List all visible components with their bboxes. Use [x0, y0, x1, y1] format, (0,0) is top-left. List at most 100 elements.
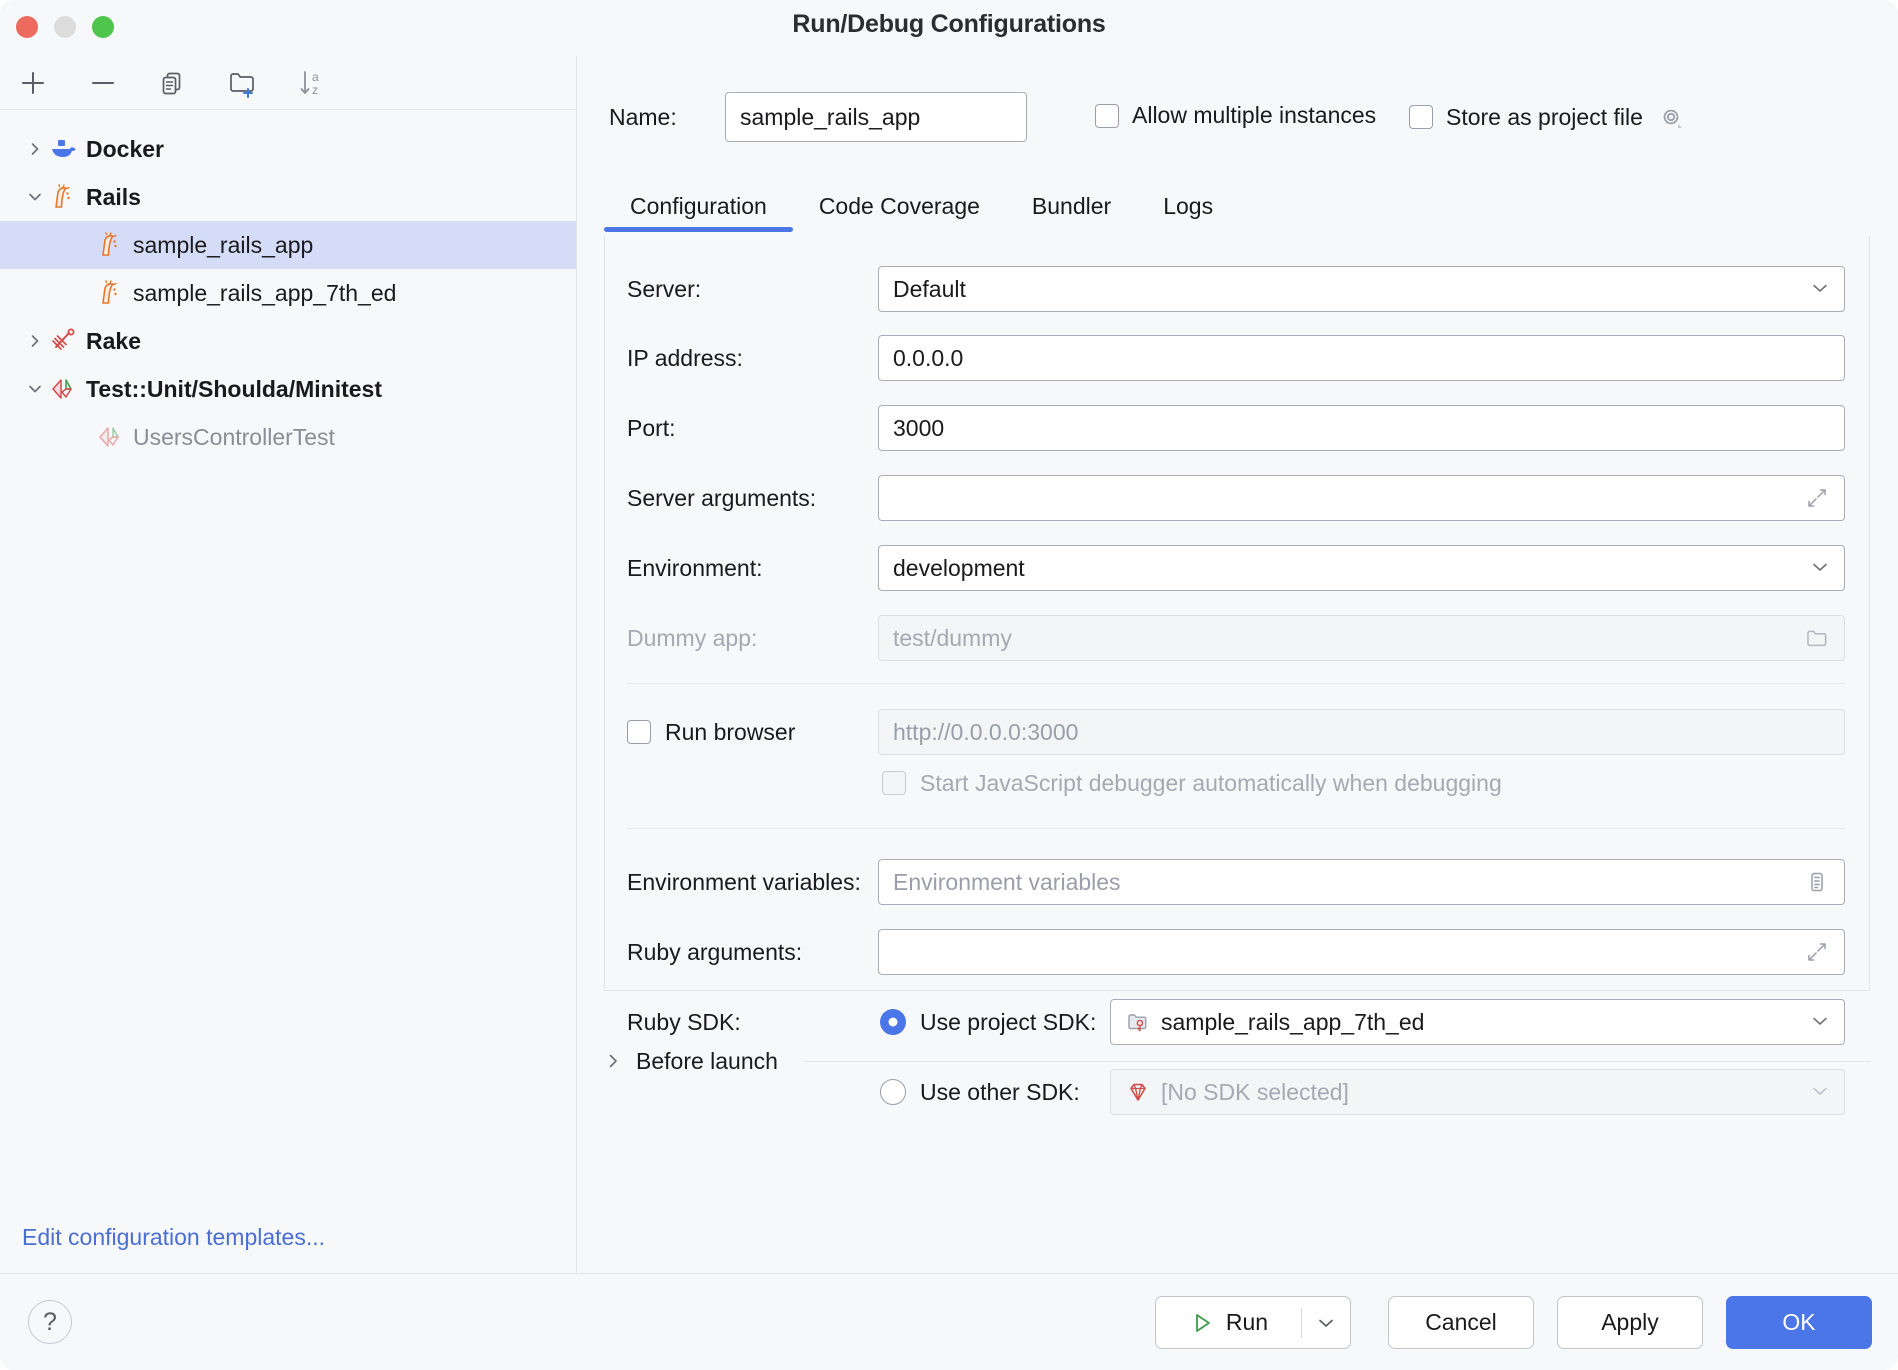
editor-tabs[interactable]: Configuration Code Coverage Bundler Logs [604, 180, 1898, 236]
environment-variables-input[interactable]: Environment variables [878, 859, 1845, 905]
port-field[interactable]: 3000 [878, 405, 1845, 451]
chevron-down-icon[interactable] [22, 189, 48, 205]
run-debug-configurations-dialog: Run/Debug Configurations [0, 0, 1898, 1370]
tree-item-label: Rails [86, 184, 141, 211]
tab-configuration[interactable]: Configuration [604, 180, 793, 232]
use-other-sdk-radio[interactable]: Use other SDK: [880, 1079, 1080, 1106]
ruby-gem-icon [1125, 1079, 1151, 1105]
run-dropdown-button[interactable] [1302, 1297, 1350, 1348]
add-configuration-button[interactable] [13, 63, 53, 103]
server-field[interactable]: Default [878, 266, 1845, 312]
chevron-down-icon[interactable] [22, 381, 48, 397]
tab-label: Bundler [1032, 193, 1111, 220]
list-icon[interactable] [1804, 869, 1830, 895]
chevron-down-icon[interactable] [1810, 1013, 1830, 1032]
checkbox-box[interactable] [627, 720, 651, 744]
gear-icon[interactable] [1656, 102, 1686, 132]
title-bar: Run/Debug Configurations [0, 0, 1898, 56]
radio-button[interactable] [880, 1009, 906, 1035]
project-sdk-combobox[interactable]: sample_rails_app_7th_ed [1110, 999, 1845, 1045]
chevron-down-icon[interactable] [1810, 559, 1830, 578]
rails-icon [95, 230, 125, 260]
environment-field[interactable]: development [878, 545, 1845, 591]
use-project-sdk-radio[interactable]: Use project SDK: [880, 1009, 1096, 1036]
store-as-project-file-checkbox[interactable]: Store as project file [1409, 102, 1686, 132]
tree-item-rails[interactable]: Rails [0, 173, 576, 221]
ip-address-field[interactable]: 0.0.0.0 [878, 335, 1845, 381]
chevron-right-icon[interactable] [604, 1052, 622, 1070]
edit-configuration-templates-link[interactable]: Edit configuration templates... [22, 1224, 325, 1251]
name-input[interactable] [725, 92, 1027, 142]
configurations-toolbar: a z [0, 56, 576, 110]
help-button[interactable]: ? [28, 1300, 72, 1344]
port-row: Port: 3000 [605, 402, 1869, 454]
run-button[interactable]: Run [1155, 1296, 1351, 1349]
minitest-icon [95, 422, 125, 452]
environment-combobox[interactable]: development [878, 545, 1845, 591]
name-label: Name: [609, 104, 677, 131]
port-label: Port: [627, 415, 676, 442]
server-combobox[interactable]: Default [878, 266, 1845, 312]
svg-text:a: a [312, 70, 319, 84]
tree-item-sample-rails-app[interactable]: sample_rails_app [0, 221, 576, 269]
run-button-label: Run [1226, 1309, 1268, 1336]
module-folder-icon [1125, 1009, 1151, 1035]
server-arguments-field[interactable] [878, 475, 1845, 521]
server-arguments-row: Server arguments: [605, 472, 1869, 524]
ruby-arguments-field[interactable] [878, 929, 1845, 975]
tab-logs[interactable]: Logs [1137, 180, 1239, 232]
dummy-app-label: Dummy app: [627, 625, 757, 652]
play-icon [1189, 1310, 1215, 1336]
tree-item-docker[interactable]: Docker [0, 125, 576, 173]
server-row: Server: Default [605, 263, 1869, 315]
run-browser-checkbox[interactable]: Run browser [627, 719, 795, 746]
remove-configuration-button[interactable] [83, 63, 123, 103]
before-launch-section[interactable]: Before launch [604, 1041, 1870, 1081]
svg-text:z: z [312, 83, 318, 97]
divider [627, 683, 1845, 684]
server-arguments-input[interactable] [878, 475, 1845, 521]
port-input[interactable]: 3000 [878, 405, 1845, 451]
tree-item-users-controller-test[interactable]: UsersControllerTest [0, 413, 576, 461]
start-js-debugger-label: Start JavaScript debugger automatically … [920, 770, 1502, 797]
tab-code-coverage[interactable]: Code Coverage [793, 180, 1006, 232]
start-js-debugger-row: Start JavaScript debugger automatically … [605, 763, 1869, 803]
start-js-debugger-checkbox: Start JavaScript debugger automatically … [882, 770, 1502, 797]
checkbox-box[interactable] [1409, 105, 1433, 129]
cancel-button[interactable]: Cancel [1388, 1296, 1534, 1349]
project-sdk-field[interactable]: sample_rails_app_7th_ed [1110, 999, 1845, 1045]
tree-item-minitest[interactable]: Test::Unit/Shoulda/Minitest [0, 365, 576, 413]
expand-icon[interactable] [1804, 485, 1830, 511]
environment-variables-label: Environment variables: [627, 869, 861, 896]
dummy-app-row: Dummy app: test/dummy [605, 612, 1869, 664]
environment-variables-placeholder: Environment variables [893, 869, 1804, 896]
minitest-icon [48, 374, 78, 404]
ok-button[interactable]: OK [1726, 1296, 1872, 1349]
checkbox-box[interactable] [1095, 104, 1119, 128]
tree-item-sample-rails-app-7th-ed[interactable]: sample_rails_app_7th_ed [0, 269, 576, 317]
ok-button-label: OK [1782, 1309, 1815, 1336]
tree-item-rake[interactable]: Rake [0, 317, 576, 365]
divider [804, 1061, 1870, 1062]
expand-icon[interactable] [1804, 939, 1830, 965]
chevron-right-icon[interactable] [22, 333, 48, 349]
copy-configuration-button[interactable] [153, 63, 193, 103]
sort-alphabetically-button[interactable]: a z [293, 63, 333, 103]
chevron-right-icon[interactable] [22, 141, 48, 157]
ip-address-input[interactable]: 0.0.0.0 [878, 335, 1845, 381]
environment-row: Environment: development [605, 542, 1869, 594]
new-folder-button[interactable] [223, 63, 263, 103]
apply-button[interactable]: Apply [1557, 1296, 1703, 1349]
tree-item-label: UsersControllerTest [133, 424, 335, 451]
environment-value: development [893, 555, 1810, 582]
configurations-tree[interactable]: Docker Rails [0, 110, 576, 1201]
radio-button[interactable] [880, 1079, 906, 1105]
environment-variables-row: Environment variables: Environment varia… [605, 856, 1869, 908]
chevron-down-icon[interactable] [1810, 280, 1830, 299]
ruby-arguments-input[interactable] [878, 929, 1845, 975]
allow-multiple-instances-checkbox[interactable]: Allow multiple instances [1095, 102, 1376, 129]
environment-variables-field[interactable]: Environment variables [878, 859, 1845, 905]
run-browser-url-input: http://0.0.0.0:3000 [878, 709, 1845, 755]
run-button-main[interactable]: Run [1156, 1297, 1301, 1348]
tab-bundler[interactable]: Bundler [1006, 180, 1137, 232]
